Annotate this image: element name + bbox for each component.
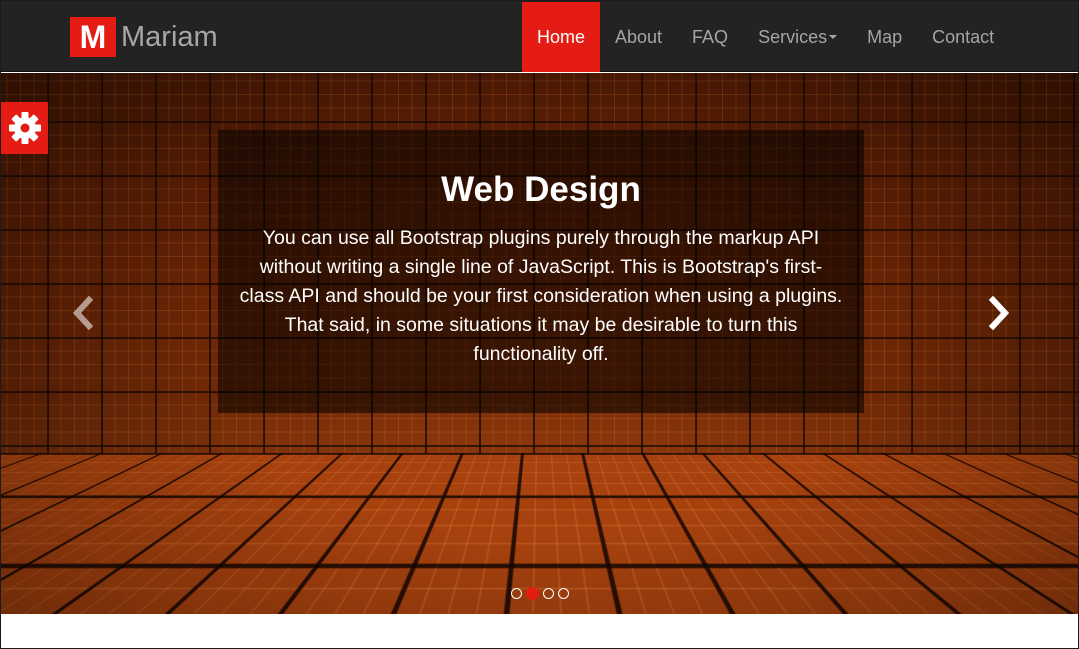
caret-down-icon xyxy=(829,35,837,39)
browser-viewport: M Mariam Home About FAQ Services Map Con… xyxy=(0,0,1079,649)
nav-item-faq[interactable]: FAQ xyxy=(677,2,743,72)
chevron-right-icon xyxy=(985,295,1013,331)
carousel-next-button[interactable] xyxy=(985,295,1013,331)
nav-item-services-label: Services xyxy=(758,27,827,48)
carousel-prev-button[interactable] xyxy=(69,295,97,331)
carousel-caption: Web Design You can use all Bootstrap plu… xyxy=(218,130,864,413)
brand-link[interactable]: M Mariam xyxy=(70,17,218,57)
carousel-text: You can use all Bootstrap plugins purely… xyxy=(238,224,844,369)
page-content-below xyxy=(1,614,1079,649)
hero-carousel: Web Design You can use all Bootstrap plu… xyxy=(1,73,1079,614)
brand-logo: M xyxy=(70,17,116,57)
nav-item-home[interactable]: Home xyxy=(522,2,600,72)
gear-icon xyxy=(7,110,43,146)
nav-item-map[interactable]: Map xyxy=(852,2,917,72)
chevron-left-icon xyxy=(69,295,97,331)
brand-name: Mariam xyxy=(121,17,218,57)
carousel-indicator-4[interactable] xyxy=(558,588,569,599)
nav-item-services[interactable]: Services xyxy=(743,2,852,72)
carousel-indicator-3[interactable] xyxy=(543,588,554,599)
carousel-title: Web Design xyxy=(218,168,864,212)
carousel-indicator-1[interactable] xyxy=(511,588,522,599)
settings-toggle-button[interactable] xyxy=(1,102,48,154)
top-navbar: M Mariam Home About FAQ Services Map Con… xyxy=(1,1,1079,72)
nav-item-about[interactable]: About xyxy=(600,2,677,72)
carousel-indicators xyxy=(511,587,569,600)
main-nav: Home About FAQ Services Map Contact xyxy=(522,2,1009,72)
carousel-indicator-2[interactable] xyxy=(526,587,539,600)
nav-item-contact[interactable]: Contact xyxy=(917,2,1009,72)
